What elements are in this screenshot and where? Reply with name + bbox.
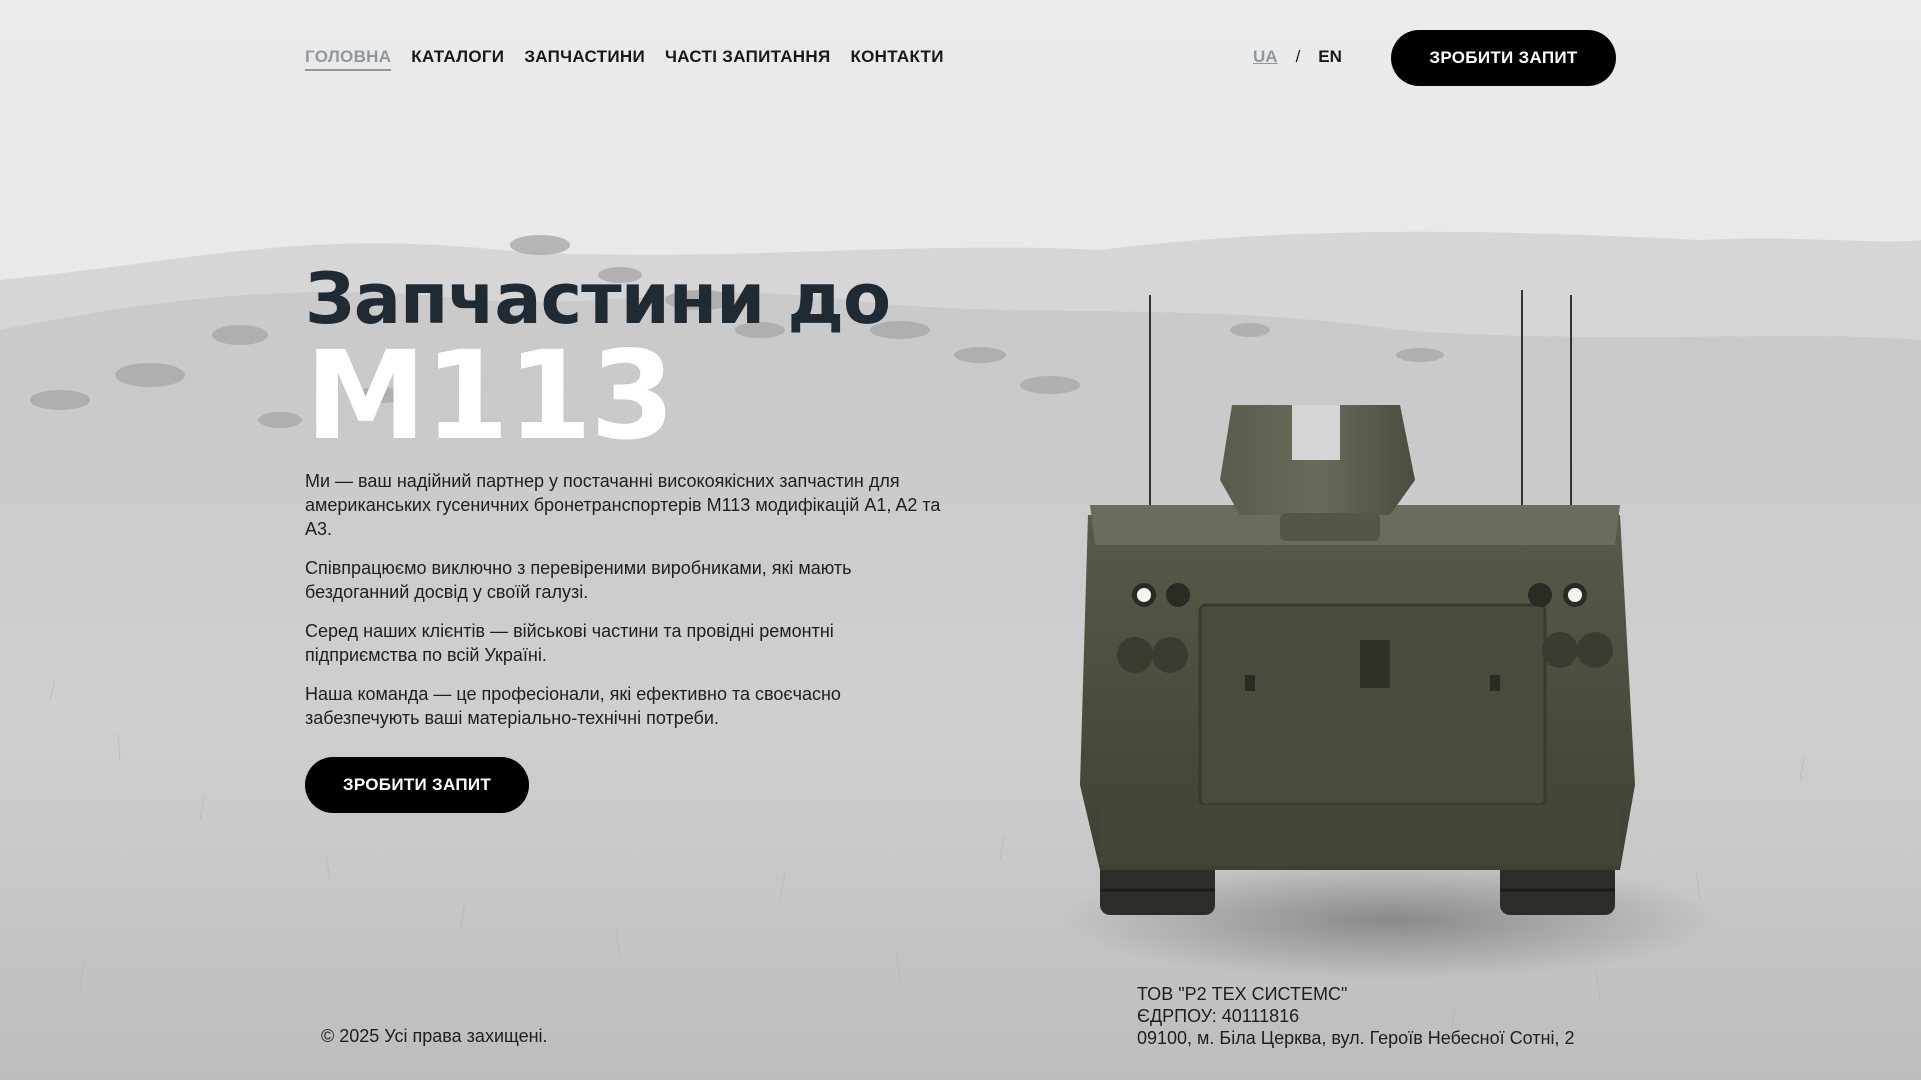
company-address: 09100, м. Біла Церква, вул. Героїв Небес… (1137, 1028, 1575, 1048)
lang-separator: / (1295, 47, 1301, 66)
company-edrpou: ЄДРПОУ: 40111816 (1137, 1006, 1300, 1026)
hero-paragraph: Ми — ваш надійний партнер у постачанні в… (305, 471, 941, 539)
hero-paragraph: Серед наших клієнтів — військові частини… (305, 621, 834, 665)
hero-paragraph: Співпрацюємо виключно з перевіреними вир… (305, 558, 852, 602)
company-name: ТОВ "Р2 ТЕХ СИСТЕМС" (1137, 984, 1348, 1004)
header-request-button[interactable]: ЗРОБИТИ ЗАПИТ (1391, 30, 1616, 86)
hero-request-button[interactable]: ЗРОБИТИ ЗАПИТ (305, 757, 529, 813)
company-info: ТОВ "Р2 ТЕХ СИСТЕМС" ЄДРПОУ: 40111816 09… (1137, 983, 1574, 1049)
hero-paragraph: Наша команда — це професіонали, які ефек… (305, 684, 841, 728)
nav-item-home[interactable]: ГОЛОВНА (305, 46, 392, 71)
hero-section: Запчастини до M113 Ми — ваш надійний пар… (305, 255, 945, 813)
hero-model-name: M113 (305, 325, 675, 467)
nav-item-catalogs[interactable]: КАТАЛОГИ (411, 46, 504, 71)
main-nav: ГОЛОВНА КАТАЛОГИ ЗАПЧАСТИНИ ЧАСТІ ЗАПИТА… (305, 46, 944, 71)
site-header: ГОЛОВНА КАТАЛОГИ ЗАПЧАСТИНИ ЧАСТІ ЗАПИТА… (0, 0, 1921, 115)
nav-item-faq[interactable]: ЧАСТІ ЗАПИТАННЯ (665, 46, 831, 71)
nav-item-parts[interactable]: ЗАПЧАСТИНИ (524, 46, 645, 71)
copyright-text: © 2025 Усі права захищені. (321, 1026, 548, 1046)
m113-vehicle-image (1060, 285, 1660, 945)
nav-item-contacts[interactable]: КОНТАКТИ (850, 46, 943, 71)
lang-en-link[interactable]: EN (1318, 46, 1342, 68)
lang-ua-link[interactable]: UA (1253, 46, 1278, 68)
language-switcher: UA / EN (1253, 46, 1342, 68)
